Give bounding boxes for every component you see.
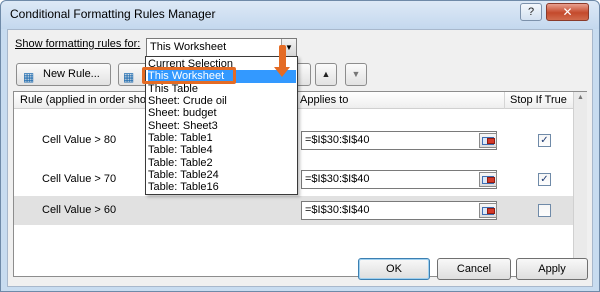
cancel-button[interactable]: Cancel	[437, 258, 511, 280]
close-button[interactable]: ✕	[546, 3, 589, 21]
dropdown-option[interactable]: Table: Table4	[148, 144, 296, 157]
help-button[interactable]: ?	[520, 3, 542, 21]
new-rule-label: New Rule...	[43, 68, 100, 80]
applies-to-value: =$I$30:$I$40	[305, 204, 370, 216]
column-divider[interactable]	[504, 92, 505, 109]
applies-to-field[interactable]: =$I$30:$I$40	[301, 201, 497, 220]
arrow-down-icon: ▼	[351, 69, 361, 79]
scope-label-text: Show formatting rules for:	[15, 38, 141, 50]
applies-to-field[interactable]: =$I$30:$I$40	[301, 170, 497, 189]
toolbar: ▦ New Rule... ▦ ▲ ▼	[13, 63, 587, 88]
scroll-up-icon[interactable]: ▲	[577, 94, 584, 101]
stop-if-true-checkbox[interactable]	[538, 204, 551, 217]
title-bar: Conditional Formatting Rules Manager ? ✕	[1, 1, 599, 29]
range-picker-icon[interactable]	[479, 203, 497, 218]
dropdown-option[interactable]: Table: Table16	[148, 181, 296, 194]
scope-select-value: This Worksheet	[150, 41, 227, 53]
rule-description: Cell Value > 80	[42, 134, 117, 146]
range-picker-icon[interactable]	[479, 133, 497, 148]
scope-select[interactable]: This Worksheet ▼	[146, 38, 297, 57]
dropdown-option[interactable]: Sheet: budget	[148, 107, 296, 120]
header-rule: Rule (applied in order show	[20, 94, 154, 106]
dialog-title: Conditional Formatting Rules Manager	[10, 7, 216, 21]
header-applies-to: Applies to	[300, 94, 349, 106]
dialog-body: Show formatting rules for: This Workshee…	[7, 29, 593, 287]
new-rule-icon: ▦	[23, 70, 35, 84]
rule-description: Cell Value > 60	[42, 204, 117, 216]
arrow-up-icon: ▲	[321, 69, 331, 79]
vertical-scrollbar[interactable]: ▲ ▼	[573, 92, 587, 276]
rules-list: Rule (applied in order show Applies to S…	[13, 91, 587, 277]
move-down-button[interactable]: ▼	[345, 63, 367, 86]
rule-description: Cell Value > 70	[42, 173, 117, 185]
range-picker-icon[interactable]	[479, 172, 497, 187]
scope-label: Show formatting rules for:	[15, 38, 140, 50]
ok-button[interactable]: OK	[358, 258, 430, 280]
applies-to-value: =$I$30:$I$40	[305, 173, 370, 185]
applies-to-value: =$I$30:$I$40	[305, 134, 370, 146]
header-stop-if-true: Stop If True	[510, 94, 567, 106]
rules-manager-dialog: Conditional Formatting Rules Manager ? ✕…	[0, 0, 600, 292]
stop-if-true-checkbox[interactable]: ✓	[538, 134, 551, 147]
applies-to-field[interactable]: =$I$30:$I$40	[301, 131, 497, 150]
annotation-arrow-head	[274, 67, 290, 77]
apply-button[interactable]: Apply	[516, 258, 588, 280]
highlight-annotation	[142, 67, 236, 84]
edit-rule-icon: ▦	[123, 70, 135, 84]
stop-if-true-checkbox[interactable]: ✓	[538, 173, 551, 186]
move-up-button[interactable]: ▲	[315, 63, 337, 86]
new-rule-button[interactable]: ▦ New Rule...	[16, 63, 111, 86]
rule-row-selected[interactable]: Cell Value > 60 =$I$30:$I$40	[14, 196, 573, 225]
